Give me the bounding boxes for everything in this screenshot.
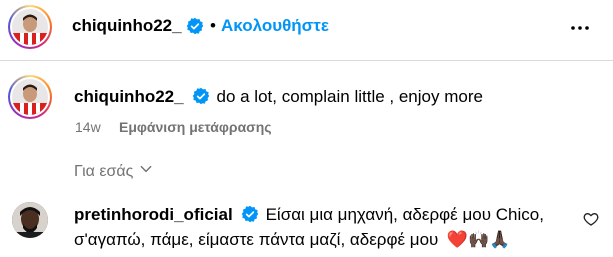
- more-horizontal-icon[interactable]: [568, 16, 592, 40]
- comment-text-line-2: σ'αγαπώ, πάμε, είμαστε πάντα μαζί, αδερφ…: [74, 230, 439, 249]
- caption-username[interactable]: chiquinho22_: [74, 87, 184, 106]
- caption-avatar[interactable]: [8, 75, 52, 119]
- author-avatar[interactable]: [8, 5, 52, 49]
- caption-line: chiquinho22_ do a lot, complain little ,…: [74, 87, 483, 110]
- commenter-username[interactable]: pretinhorodi_oficial: [74, 205, 233, 224]
- comment-emojis: ❤️🙌🏿🙏🏿: [446, 230, 511, 249]
- chevron-down-icon: [139, 162, 153, 181]
- verified-badge-icon: [186, 17, 204, 40]
- comment-text-line-1: Είσαι μια μηχανή, αδερφέ μου Chico,: [265, 205, 544, 224]
- author-username[interactable]: chiquinho22_: [72, 16, 182, 36]
- for-you-filter[interactable]: Για εσάς: [74, 162, 153, 181]
- follow-button[interactable]: Ακολουθήστε: [221, 16, 329, 36]
- heart-outline-icon[interactable]: [583, 211, 599, 227]
- verified-badge-icon: [192, 87, 210, 110]
- comment-line-1: pretinhorodi_oficial Είσαι μια μηχανή, α…: [74, 205, 544, 228]
- avatar-image: [12, 79, 48, 115]
- translate-button[interactable]: Εμφάνιση μετάφρασης: [119, 119, 272, 135]
- caption-time: 14w: [75, 119, 101, 135]
- commenter-avatar[interactable]: [12, 202, 48, 238]
- for-you-label: Για εσάς: [74, 162, 134, 180]
- avatar-image: [12, 9, 48, 45]
- comment-line-2: σ'αγαπώ, πάμε, είμαστε πάντα μαζί, αδερφ…: [74, 230, 510, 250]
- header-separator: •: [210, 16, 216, 35]
- verified-badge-icon: [241, 205, 259, 228]
- post-header: chiquinho22_ • Ακολουθήστε: [0, 0, 613, 61]
- caption-text: do a lot, complain little , enjoy more: [216, 87, 483, 106]
